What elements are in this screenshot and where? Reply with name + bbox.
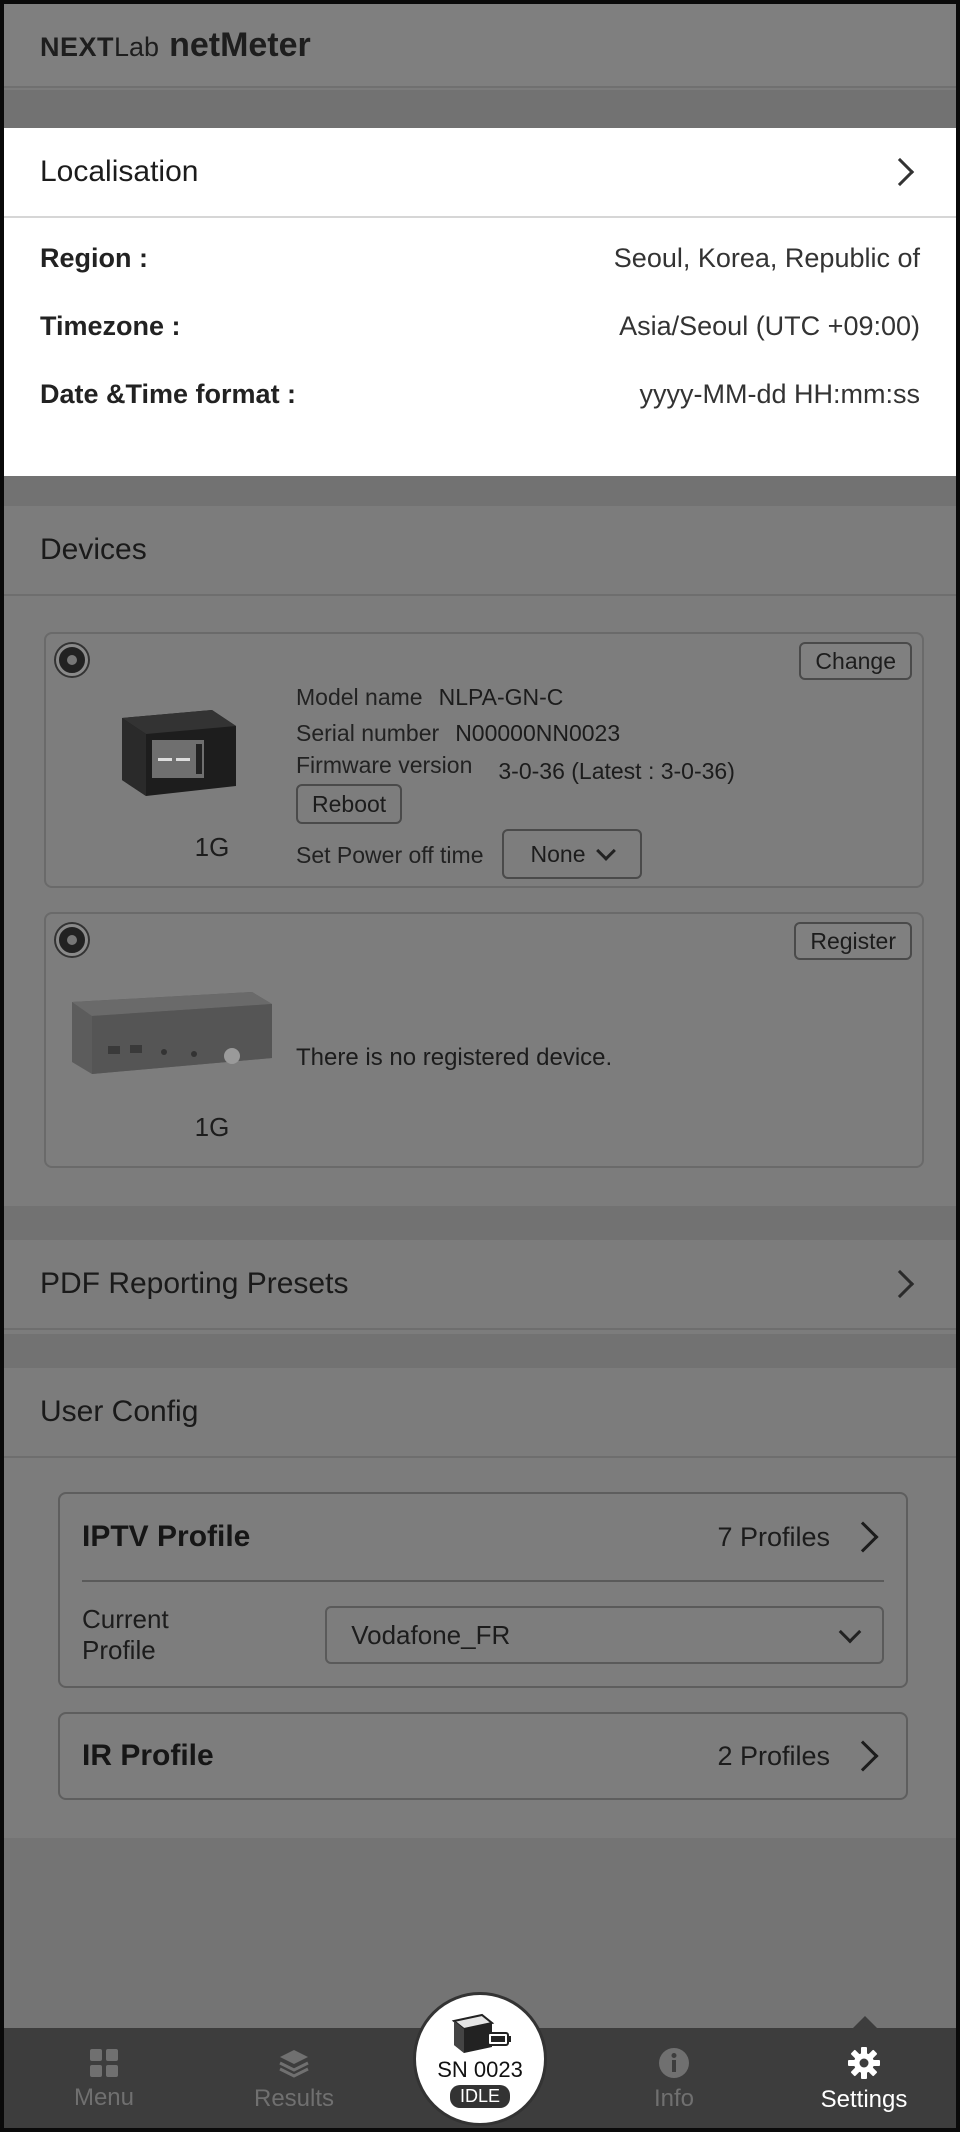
datetime-format-label: Date &Time format : xyxy=(40,378,297,409)
device-card-registered: Change 1G Model name NLPA-GN-C Serial nu… xyxy=(44,632,924,888)
device-speed-label: 1G xyxy=(194,832,230,862)
app-frame: NEXT Lab netMeter Localisation Region : … xyxy=(0,0,960,2132)
chevron-down-icon xyxy=(838,1620,862,1644)
datetime-format-row: Date &Time format : yyyy-MM-dd HH:mm:ss xyxy=(4,360,956,428)
app-logo: NEXT Lab netMeter xyxy=(40,26,311,65)
logo-brand-suffix: Lab xyxy=(114,31,160,62)
power-off-select[interactable]: None xyxy=(502,829,642,879)
current-profile-select[interactable]: Vodafone_FR xyxy=(325,1606,884,1664)
pdf-presets-section: PDF Reporting Presets xyxy=(4,1240,956,1332)
region-row: Region : Seoul, Korea, Republic of xyxy=(4,224,956,292)
ir-profile-card[interactable]: IR Profile 2 Profiles xyxy=(58,1712,908,1800)
iptv-profile-title: IPTV Profile xyxy=(82,1520,251,1553)
nav-info-label: Info xyxy=(653,2085,695,2112)
device-image-box xyxy=(122,710,236,796)
device-card-unregistered: Register 1G There is no registered devic… xyxy=(44,912,924,1168)
chevron-right-icon xyxy=(847,1740,879,1772)
device-select-radio[interactable] xyxy=(56,644,88,676)
model-label: Model name xyxy=(296,684,423,710)
devices-title: Devices xyxy=(40,533,147,566)
power-off-row: Set Power off time xyxy=(296,842,484,869)
power-off-label: Set Power off time xyxy=(296,842,484,868)
change-device-button[interactable]: Change xyxy=(799,642,912,680)
firmware-row: Firmware version 3-0-36 (Latest : 3-0-36… xyxy=(296,752,735,785)
device-status-badge: IDLE xyxy=(449,2084,511,2108)
gear-icon xyxy=(848,2047,880,2079)
section-spacer xyxy=(4,1334,956,1368)
power-off-value: None xyxy=(530,840,586,867)
device-status-button[interactable]: SN 0023 IDLE xyxy=(413,1992,547,2126)
nav-results[interactable]: Results xyxy=(224,2028,364,2128)
device-battery-icon xyxy=(451,2013,511,2053)
section-spacer xyxy=(4,90,956,128)
iptv-profile-count: 7 Profiles xyxy=(717,1521,830,1552)
app-header: NEXT Lab netMeter xyxy=(4,4,956,88)
user-config-title: User Config xyxy=(40,1395,199,1428)
grid-icon xyxy=(90,2049,118,2077)
devices-header: Devices xyxy=(4,506,956,596)
current-profile-label: Current Profile xyxy=(82,1604,169,1665)
region-value: Seoul, Korea, Republic of xyxy=(613,242,920,273)
chevron-right-icon xyxy=(885,157,915,187)
timezone-row: Timezone : Asia/Seoul (UTC +09:00) xyxy=(4,292,956,360)
region-label: Region : xyxy=(40,242,148,273)
device-image-switch xyxy=(72,992,272,1074)
nav-info[interactable]: Info xyxy=(604,2028,744,2128)
ir-profile-count: 2 Profiles xyxy=(717,1740,830,1771)
localisation-title: Localisation xyxy=(40,155,199,188)
user-config-header: User Config xyxy=(4,1368,956,1458)
active-tab-indicator xyxy=(853,2016,877,2028)
timezone-value: Asia/Seoul (UTC +09:00) xyxy=(619,310,920,341)
ir-profile-title: IR Profile xyxy=(82,1739,214,1772)
current-profile-row: Current Profile Vodafone_FR xyxy=(60,1582,906,1688)
current-profile-value: Vodafone_FR xyxy=(351,1619,511,1650)
pdf-presets-header[interactable]: PDF Reporting Presets xyxy=(4,1240,956,1330)
device-speed-label: 1G xyxy=(194,1112,230,1142)
serial-label: Serial number xyxy=(296,720,440,746)
nav-menu-label: Menu xyxy=(73,2084,135,2111)
iptv-profile-header[interactable]: IPTV Profile 7 Profiles xyxy=(60,1494,906,1580)
nav-settings[interactable]: Settings xyxy=(794,2028,934,2128)
serial-row: Serial number N00000NN0023 xyxy=(296,720,620,747)
chevron-right-icon xyxy=(847,1521,879,1553)
iptv-profile-card: IPTV Profile 7 Profiles Current Profile … xyxy=(58,1492,908,1688)
ir-profile-header[interactable]: IR Profile 2 Profiles xyxy=(60,1714,906,1798)
section-spacer xyxy=(4,476,956,506)
serial-value: N00000NN0023 xyxy=(455,720,621,746)
nav-menu[interactable]: Menu xyxy=(34,2028,174,2128)
nav-results-label: Results xyxy=(253,2085,335,2112)
info-icon xyxy=(659,2048,689,2078)
localisation-card: Localisation Region : Seoul, Korea, Repu… xyxy=(4,128,956,476)
logo-product: netMeter xyxy=(169,25,311,64)
timezone-label: Timezone : xyxy=(40,310,181,341)
chevron-down-icon xyxy=(596,841,617,861)
datetime-format-value: yyyy-MM-dd HH:mm:ss xyxy=(639,378,920,409)
firmware-label: Firmware version xyxy=(296,752,473,778)
layers-icon xyxy=(279,2050,309,2078)
model-row: Model name NLPA-GN-C xyxy=(296,684,563,711)
section-spacer xyxy=(4,1206,956,1240)
pdf-presets-title: PDF Reporting Presets xyxy=(40,1267,349,1300)
device-select-radio[interactable] xyxy=(56,924,88,956)
firmware-value: 3-0-36 (Latest : 3-0-36) xyxy=(498,758,735,784)
register-device-button[interactable]: Register xyxy=(794,922,912,960)
device-serial-short: SN 0023 xyxy=(437,2056,523,2082)
logo-brand: NEXT xyxy=(40,31,115,62)
no-device-message: There is no registered device. xyxy=(296,1044,613,1071)
nav-settings-label: Settings xyxy=(820,2086,908,2113)
chevron-right-icon xyxy=(885,1269,915,1299)
model-value: NLPA-GN-C xyxy=(438,684,564,710)
localisation-header[interactable]: Localisation xyxy=(4,128,956,218)
reboot-button[interactable]: Reboot xyxy=(296,784,403,824)
